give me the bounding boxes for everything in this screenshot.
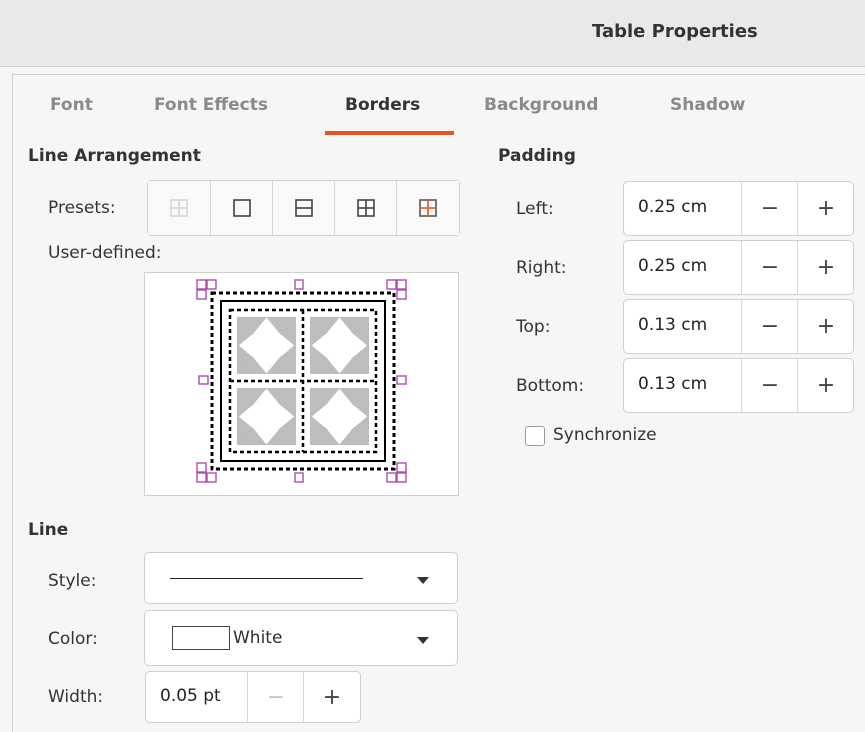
plus-icon: +: [816, 314, 836, 339]
width-label: Width:: [48, 687, 104, 707]
outer-border-only-icon: [233, 199, 251, 217]
minus-icon: −: [760, 255, 780, 280]
padding-heading: Padding: [498, 146, 576, 166]
padding-right-spinbox[interactable]: 0.25 cm − +: [623, 240, 854, 295]
minus-icon: −: [266, 684, 286, 710]
padding-right-label: Right:: [516, 258, 567, 278]
no-borders-icon: [170, 199, 188, 217]
tab-font[interactable]: Font: [50, 95, 93, 115]
line-color-dropdown[interactable]: White: [144, 610, 458, 666]
padding-left-increase-button[interactable]: +: [797, 182, 854, 235]
presets-group: [147, 180, 460, 236]
tab-background[interactable]: Background: [484, 95, 598, 115]
dialog-title: Table Properties: [592, 21, 758, 42]
width-increase-button[interactable]: +: [303, 672, 360, 722]
chevron-down-icon: [417, 577, 429, 584]
padding-right-increase-button[interactable]: +: [797, 241, 854, 294]
minus-icon: −: [760, 314, 780, 339]
style-label: Style:: [48, 571, 97, 591]
minus-icon: −: [760, 373, 780, 398]
preset-no-borders[interactable]: [148, 181, 210, 235]
presets-label: Presets:: [48, 198, 116, 218]
width-decrease-button[interactable]: −: [247, 672, 304, 722]
plus-icon: +: [816, 255, 836, 280]
padding-left-value: 0.25 cm: [638, 197, 708, 217]
outer-border-keep-inner-lines-icon: [419, 199, 437, 217]
line-heading: Line: [28, 520, 69, 540]
padding-left-decrease-button[interactable]: −: [741, 182, 798, 235]
border-preview[interactable]: [144, 272, 459, 496]
padding-bottom-increase-button[interactable]: +: [797, 359, 854, 412]
tab-borders[interactable]: Borders: [345, 95, 420, 115]
plus-icon: +: [816, 373, 836, 398]
padding-left-spinbox[interactable]: 0.25 cm − +: [623, 181, 854, 236]
padding-top-spinbox[interactable]: 0.13 cm − +: [623, 299, 854, 354]
color-label: Color:: [48, 629, 98, 649]
minus-icon: −: [760, 196, 780, 221]
padding-bottom-decrease-button[interactable]: −: [741, 359, 798, 412]
preset-outer-border-horizontal[interactable]: [272, 181, 335, 235]
padding-top-increase-button[interactable]: +: [797, 300, 854, 353]
tab-bar: Font Font Effects Borders Background Sha…: [12, 75, 865, 135]
line-style-preview: [170, 578, 363, 579]
synchronize-checkbox[interactable]: [525, 426, 545, 446]
padding-top-value: 0.13 cm: [638, 315, 708, 335]
line-width-spinbox[interactable]: 0.05 pt − +: [145, 671, 361, 723]
color-swatch: [172, 626, 230, 650]
line-width-value: 0.05 pt: [160, 686, 221, 706]
padding-right-decrease-button[interactable]: −: [741, 241, 798, 294]
padding-top-decrease-button[interactable]: −: [741, 300, 798, 353]
preset-outer-border-keep-inner[interactable]: [396, 181, 459, 235]
tab-shadow[interactable]: Shadow: [670, 95, 745, 115]
plus-icon: +: [816, 196, 836, 221]
active-tab-indicator: [325, 131, 454, 135]
padding-top-label: Top:: [516, 317, 551, 337]
padding-right-value: 0.25 cm: [638, 256, 708, 276]
outer-border-all-inner-lines-icon: [357, 199, 375, 217]
padding-bottom-label: Bottom:: [516, 376, 585, 396]
line-color-value: White: [233, 628, 283, 648]
outer-border-horizontal-lines-icon: [295, 199, 313, 217]
chevron-down-icon: [417, 637, 429, 644]
padding-left-label: Left:: [516, 199, 554, 219]
synchronize-label[interactable]: Synchronize: [553, 425, 657, 445]
plus-icon: +: [322, 684, 342, 710]
padding-bottom-value: 0.13 cm: [638, 374, 708, 394]
padding-bottom-spinbox[interactable]: 0.13 cm − +: [623, 358, 854, 413]
border-preview-diagram: [196, 279, 407, 483]
preset-outer-border-all-inner[interactable]: [334, 181, 397, 235]
user-defined-label: User-defined:: [48, 243, 162, 263]
preset-outer-border-only[interactable]: [210, 181, 273, 235]
line-style-dropdown[interactable]: solid: [144, 552, 458, 604]
title-bar: Table Properties: [0, 0, 865, 67]
line-arrangement-heading: Line Arrangement: [28, 146, 201, 166]
tab-font-effects[interactable]: Font Effects: [154, 95, 268, 115]
